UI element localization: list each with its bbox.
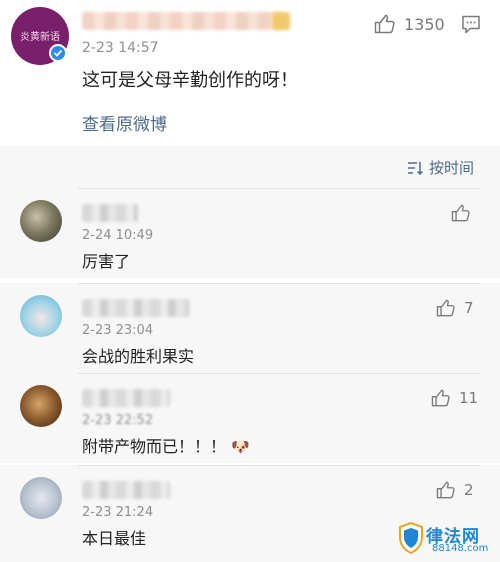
- shield-icon: [399, 522, 423, 554]
- dog-emoji-icon: 🐶: [231, 438, 250, 456]
- reply-like-button[interactable]: 7: [436, 299, 474, 317]
- avatar-logo: 炎黄新语: [20, 30, 60, 43]
- thumbs-up-icon: [431, 389, 450, 407]
- verified-icon: [49, 44, 67, 62]
- reply-item: 2-23 23:04 会战的胜利果实 7: [0, 283, 500, 373]
- reply-item: 2-24 10:49 厉害了: [0, 188, 500, 278]
- reply-time: 2-23 22:52: [82, 413, 154, 428]
- reply-avatar[interactable]: [20, 477, 62, 519]
- site-watermark: 律法网 88148.com: [398, 522, 498, 558]
- reply-author-blurred[interactable]: [82, 204, 138, 222]
- reply-like-button[interactable]: [451, 204, 471, 222]
- watermark-subtitle: 88148.com: [432, 543, 489, 554]
- reply-text: 厉害了: [82, 252, 131, 271]
- reply-text: 会战的胜利果实: [82, 347, 195, 366]
- thumbs-up-icon: [436, 299, 455, 317]
- sort-icon: [407, 161, 423, 175]
- view-original-link[interactable]: 查看原微博: [82, 110, 167, 135]
- reply-divider: [78, 283, 480, 284]
- reply-like-count: 7: [464, 299, 474, 317]
- reply-text: 附带产物而已！！！ 🐶: [82, 433, 250, 457]
- reply-avatar[interactable]: [20, 295, 62, 337]
- reply-author-blurred[interactable]: [82, 481, 170, 499]
- thumbs-up-icon: [374, 14, 395, 34]
- reply-like-count: 11: [459, 389, 479, 407]
- reply-divider: [78, 465, 480, 466]
- comment-icon[interactable]: [461, 15, 481, 34]
- member-badge-blurred: [272, 12, 290, 30]
- reply-divider: [78, 188, 480, 189]
- reply-text: 本日最佳: [82, 529, 147, 548]
- thumbs-up-icon: [436, 481, 455, 499]
- author-name-blurred[interactable]: [82, 12, 282, 30]
- reply-text-body: 附带产物而已！！！: [82, 437, 227, 456]
- reply-author-blurred[interactable]: [82, 299, 190, 317]
- reply-avatar[interactable]: [20, 385, 62, 427]
- reply-time: 2-24 10:49: [82, 228, 154, 243]
- sort-by-time-button[interactable]: 按时间: [407, 157, 474, 178]
- reply-avatar[interactable]: [20, 200, 62, 242]
- reply-like-button[interactable]: 11: [431, 389, 478, 407]
- reply-time: 2-23 23:04: [82, 323, 154, 338]
- reply-time: 2-23 21:24: [82, 505, 154, 520]
- post-text: 这可是父母辛勤创作的呀！: [82, 70, 298, 91]
- svg-text:炎黄新语: 炎黄新语: [20, 30, 60, 43]
- reply-like-button[interactable]: 2: [436, 481, 474, 499]
- post-time: 2-23 14:57: [82, 40, 159, 56]
- thumbs-up-icon: [451, 204, 470, 222]
- reply-item: 2-23 22:52 附带产物而已！！！ 🐶 11: [0, 373, 500, 463]
- sort-bar: 按时间: [0, 146, 500, 188]
- main-post: 炎黄新语 2-23 14:57 这可是父母辛勤创作的呀！ 查看原微博 1350: [0, 0, 500, 146]
- reply-author-blurred[interactable]: [82, 389, 170, 407]
- post-like-count: 1350: [404, 14, 445, 34]
- reply-like-count: 2: [464, 481, 474, 499]
- reply-divider: [78, 373, 480, 374]
- sort-label: 按时间: [428, 159, 474, 177]
- post-like-button[interactable]: 1350: [374, 14, 445, 34]
